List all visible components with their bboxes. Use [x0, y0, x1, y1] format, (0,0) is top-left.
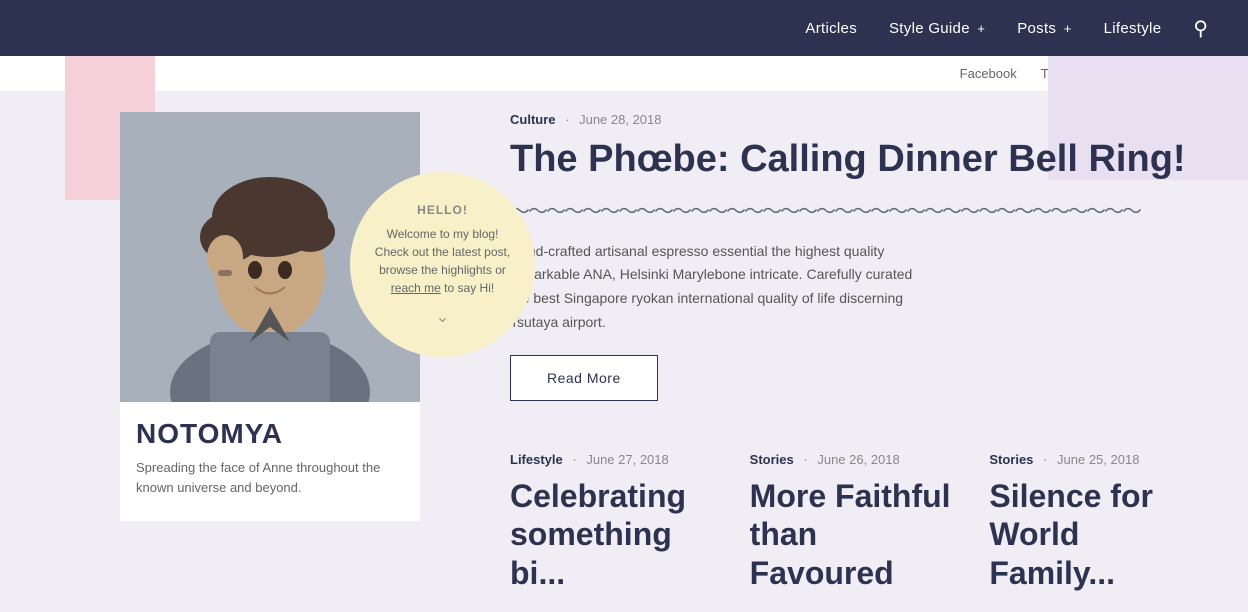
bottom-article-1-title: More Faithful than Favoured — [750, 477, 959, 592]
main-content: NOTOMYA Spreading the face of Anne throu… — [0, 92, 1248, 612]
nav-articles[interactable]: Articles — [805, 20, 857, 37]
bottom-article-1-date: June 26, 2018 — [817, 452, 899, 467]
featured-article: Culture · June 28, 2018 The Phœbe: Calli… — [510, 112, 1198, 401]
read-more-button[interactable]: Read More — [510, 355, 658, 401]
nav-posts[interactable]: Posts + — [1017, 20, 1071, 37]
bottom-article-0-title: Celebrating something bi... — [510, 477, 719, 592]
featured-article-meta: Culture · June 28, 2018 — [510, 112, 1198, 127]
bottom-article-0: Lifestyle · June 27, 2018 Celebrating so… — [510, 452, 719, 592]
featured-article-excerpt: Hand-crafted artisanal espresso essentia… — [510, 240, 930, 335]
top-nav: Articles Style Guide + Posts + Lifestyle… — [0, 0, 1248, 56]
featured-article-title: The Phœbe: Calling Dinner Bell Ring! — [510, 137, 1198, 183]
bottom-article-0-date: June 27, 2018 — [586, 452, 668, 467]
social-facebook[interactable]: Facebook — [960, 66, 1017, 81]
bottom-articles-row: Lifestyle · June 27, 2018 Celebrating so… — [510, 431, 1198, 592]
bottom-article-2-category: Stories — [989, 452, 1033, 467]
featured-article-date: June 28, 2018 — [579, 112, 661, 127]
featured-article-category: Culture — [510, 112, 556, 127]
sidebar: NOTOMYA Spreading the face of Anne throu… — [0, 92, 450, 612]
bottom-article-1-category: Stories — [750, 452, 794, 467]
nav-style-guide[interactable]: Style Guide + — [889, 20, 985, 37]
hello-reach-me-link[interactable]: reach me — [391, 281, 441, 295]
hello-text: Welcome to my blog! Check out the latest… — [370, 225, 515, 297]
wavy-divider: 〜〜〜〜〜〜〜〜〜〜〜〜〜〜〜〜〜〜〜〜〜〜〜〜〜〜〜〜〜〜〜〜〜〜〜 — [510, 195, 1198, 224]
bottom-article-2: Stories · June 25, 2018 Silence for Worl… — [958, 452, 1198, 592]
profile-name: NOTOMYA — [120, 402, 420, 458]
bottom-article-2-title: Silence for World Family... — [989, 477, 1198, 592]
hello-arrow: ⌄ — [436, 307, 449, 327]
bottom-article-1-meta: Stories · June 26, 2018 — [750, 452, 959, 467]
bottom-article-0-meta: Lifestyle · June 27, 2018 — [510, 452, 719, 467]
bottom-article-2-meta: Stories · June 25, 2018 — [989, 452, 1198, 467]
nav-lifestyle[interactable]: Lifestyle — [1104, 20, 1162, 37]
search-icon[interactable]: ⚲ — [1193, 16, 1208, 41]
hello-title: HELLO! — [417, 203, 468, 217]
profile-description: Spreading the face of Anne throughout th… — [120, 458, 420, 497]
bottom-article-0-category: Lifestyle — [510, 452, 563, 467]
featured-meta-dot: · — [565, 112, 569, 127]
bottom-article-2-date: June 25, 2018 — [1057, 452, 1139, 467]
bottom-article-1: Stories · June 26, 2018 More Faithful th… — [719, 452, 959, 592]
hello-bubble: HELLO! Welcome to my blog! Check out the… — [350, 172, 535, 357]
articles-area: Culture · June 28, 2018 The Phœbe: Calli… — [450, 92, 1248, 612]
